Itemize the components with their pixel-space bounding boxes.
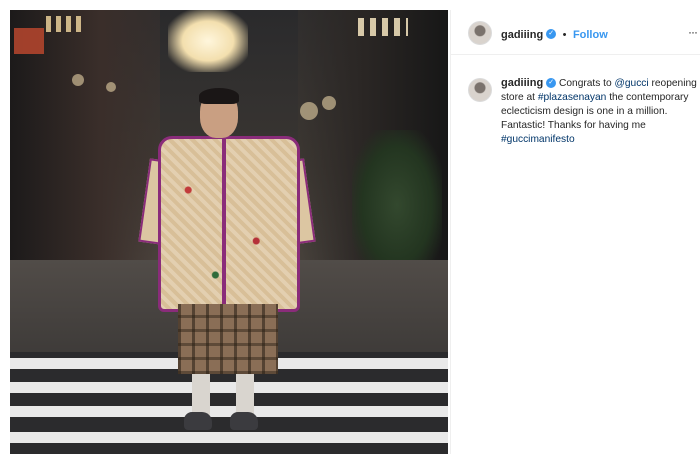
hashtag-link[interactable]: #guccimanifesto [501, 134, 575, 145]
post-caption: gadiiing ✓ Congrats to @gucci reopening s… [501, 76, 700, 147]
avatar[interactable] [468, 21, 492, 45]
header-user-line: gadiiing ✓ • Follow [501, 25, 608, 43]
store-sign [14, 28, 44, 54]
ceiling-lamps-left [46, 16, 86, 32]
header-username[interactable]: gadiiing [501, 29, 543, 41]
ceiling-light [168, 10, 248, 72]
verified-badge-icon: ✓ [546, 78, 557, 89]
post-header: gadiiing ✓ • Follow ··· [451, 10, 700, 55]
header-separator: • [562, 29, 567, 41]
caption-text: Congrats to [559, 78, 615, 89]
instagram-post-window: gadiiing ✓ • Follow ··· gadiiing ✓ Congrat… [0, 0, 700, 465]
post-photo[interactable] [10, 10, 448, 454]
plaid-shorts [178, 304, 278, 374]
hashtag-link[interactable]: #plazasenayan [538, 92, 607, 103]
post-side-panel: gadiiing ✓ • Follow ··· gadiiing ✓ Congrat… [450, 10, 700, 454]
potted-plant [352, 130, 442, 280]
verified-badge-icon: ✓ [546, 28, 557, 39]
bokeh-light [72, 74, 84, 86]
ceiling-lamps-right [358, 18, 408, 36]
caption-username[interactable]: gadiiing [501, 77, 543, 89]
bokeh-light [106, 82, 116, 92]
sneaker [230, 412, 258, 430]
ellipsis-icon[interactable]: ··· [688, 25, 698, 39]
follow-button[interactable]: Follow [573, 29, 608, 41]
sneaker [184, 412, 212, 430]
bokeh-light [322, 96, 336, 110]
person-figure [138, 88, 316, 440]
floral-coat [158, 136, 300, 312]
person-hair [199, 88, 239, 104]
bokeh-light [300, 102, 318, 120]
caption-avatar[interactable] [468, 78, 492, 102]
mention-link[interactable]: @gucci [615, 78, 649, 89]
coat-placket [222, 138, 226, 304]
